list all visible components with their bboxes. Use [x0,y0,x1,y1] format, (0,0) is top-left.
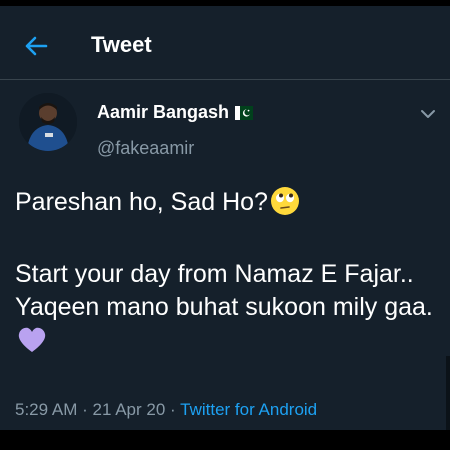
author-handle[interactable]: @fakeaamir [97,138,194,159]
tweet-screen: Tweet Aamir Bangash @fakeaamir Pareshan … [0,6,450,436]
meta-separator: · [170,400,176,419]
tweet-date: 21 Apr 20 [92,400,166,419]
scrollbar[interactable] [446,356,450,436]
author-name[interactable]: Aamir Bangash [97,102,229,123]
arrow-left-icon [25,36,48,56]
tweet-time: 5:29 AM [15,400,78,419]
meta-separator: · [82,400,88,419]
pakistan-flag-icon [235,105,254,120]
tweet-meta: 5:29 AM · 21 Apr 20 · Twitter for Androi… [15,400,317,420]
tweet-line-3: Yaqeen mano buhat sukoon mily gaa. [15,291,435,363]
top-bar: Tweet [0,6,450,80]
face-with-rolling-eyes-icon [270,186,300,225]
page-title: Tweet [91,32,152,57]
author-row: Aamir Bangash [97,102,254,123]
bottom-bar [0,430,450,450]
back-button[interactable] [22,34,50,58]
chevron-down-icon [421,110,435,118]
tweet-line-2: Start your day from Namaz E Fajar.. [15,260,414,288]
avatar[interactable] [19,93,77,151]
purple-heart-icon [17,326,47,363]
tweet-line-1: Pareshan ho, Sad Ho? [15,186,435,225]
tweet-text: Pareshan ho, Sad Ho? Start your day from… [15,186,435,363]
tweet-source-link[interactable]: Twitter for Android [180,400,317,419]
more-options-button[interactable] [418,106,438,122]
